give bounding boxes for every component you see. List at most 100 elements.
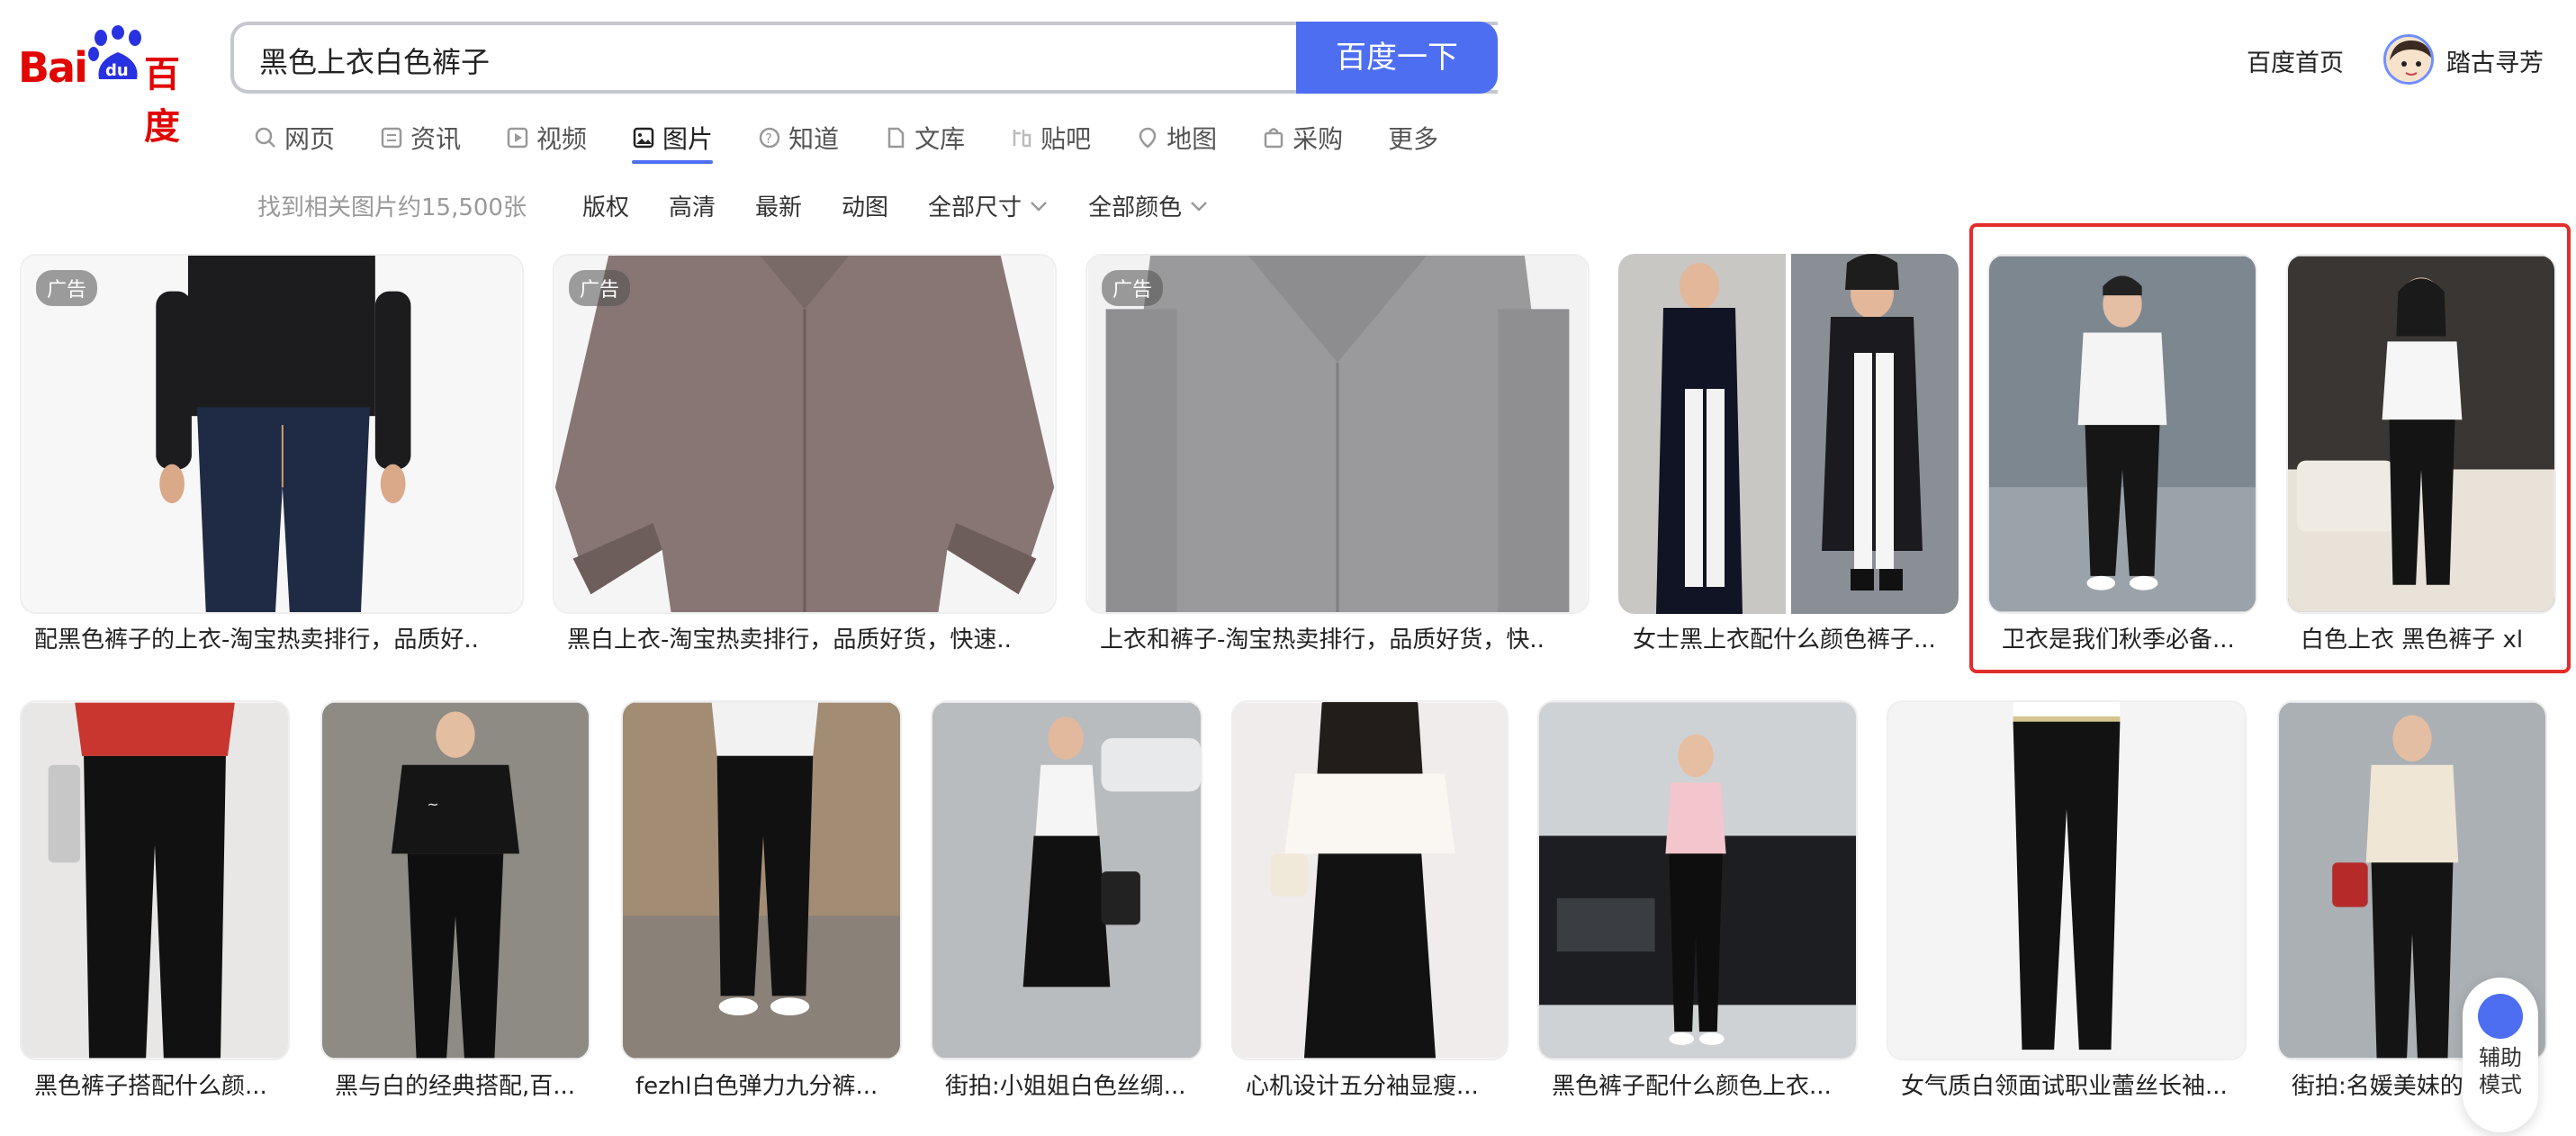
avatar[interactable] [2383,34,2434,85]
username[interactable]: 踏古寻芳 [2446,43,2544,78]
image-caption[interactable]: 黑色裤子搭配什么颜... [34,1068,295,1101]
image-caption[interactable]: 街拍:名媛美妹的 [2292,1068,2472,1101]
accessibility-mode-button[interactable]: 辅助 模式 [2463,978,2538,1132]
cropped-pants-wood-floor-image [623,702,900,1059]
tab-label: 知道 [788,124,840,154]
result-image[interactable] [621,700,902,1060]
filter-copyright[interactable]: 版权 [582,189,629,222]
image-result-card[interactable]: 女士黑上衣配什么颜色裤子... [1618,254,1959,659]
image-caption[interactable]: 心机设计五分袖显瘦... [1246,1068,1512,1101]
image-caption[interactable]: 黑与白的经典搭配,百... [335,1068,596,1101]
question-icon: ? [759,127,780,149]
result-image[interactable] [1987,254,2257,614]
tab-label: 文库 [914,124,966,154]
tab-purchase[interactable]: 采购 [1262,115,1343,160]
image-result-card[interactable]: 心机设计五分袖显瘦... [1231,700,1509,1123]
image-caption[interactable]: 白色上衣 黑色裤子 xl [2301,621,2553,654]
white-tee-black-pants-image [1989,256,2256,612]
tab-label: 更多 [1388,124,1439,154]
image-result-card[interactable]: 女气质白领面试职业蕾丝长袖... [1887,700,2247,1123]
shirt-print: ~ [427,796,438,813]
filter-latest[interactable]: 最新 [755,189,802,222]
assist-label-line1: 辅助 [2479,1045,2522,1070]
image-result-card[interactable]: ~ 黑与白的经典搭配,百... [320,700,590,1123]
ad-badge: 广告 [36,270,98,306]
search-query-text: 黑色上衣白色裤子 [259,45,491,79]
result-image[interactable] [1537,700,1858,1060]
baidu-logo[interactable]: Bai du 百度 [18,25,207,148]
search-category-tabs: 网页 资讯 视频 图片 ? 知道 文库 贴吧 地图 采购 更多 [254,115,1483,164]
tab-label: 视频 [536,124,588,154]
image-result-card[interactable]: 广告 配黑色裤子的上衣-淘宝热卖排行，品质好.. [20,254,524,659]
black-pants-red-top-image [22,702,288,1059]
chevron-down-icon [1191,201,1207,212]
accessibility-icon [2478,994,2523,1039]
avatar-face-icon [2386,37,2431,82]
model-dark-jeans-image [22,256,522,612]
filter-hd[interactable]: 高清 [669,189,716,222]
image-caption[interactable]: 黑白上衣-淘宝热卖排行，品质好货，快速.. [567,621,1053,654]
filter-color-dropdown[interactable]: 全部颜色 [1088,189,1209,222]
result-image[interactable] [2286,254,2556,614]
result-image[interactable] [1231,700,1509,1060]
tab-label: 网页 [284,124,336,154]
tab-video[interactable]: 视频 [506,115,587,160]
tab-images[interactable]: 图片 [632,115,714,164]
result-image[interactable] [1618,254,1959,614]
image-result-card[interactable]: 黑色裤子配什么颜色上衣... [1537,700,1858,1123]
result-image[interactable]: ~ [320,700,590,1060]
image-result-card[interactable]: 广告 上衣和裤子-淘宝热卖排行，品质好货，快.. [1085,254,1590,659]
result-image[interactable]: 广告 [553,254,1057,614]
tab-zhidao[interactable]: ? 知道 [758,115,839,160]
logo-text-du: du [105,61,129,80]
image-result-card[interactable]: 街拍:小姐姐白色丝绸... [931,700,1202,1123]
search-button[interactable]: 百度一下 [1296,22,1498,94]
result-image[interactable]: 广告 [1085,254,1590,614]
baidu-home-link[interactable]: 百度首页 [2247,43,2344,78]
tab-label: 资讯 [410,124,462,154]
paw-icon: du [88,25,141,80]
document-icon [887,127,905,149]
video-icon [507,127,528,149]
image-caption[interactable]: 黑色裤子配什么颜色上衣... [1552,1068,1858,1101]
image-result-card[interactable]: 卫衣是我们秋季必备... [1987,254,2257,659]
tab-label: 采购 [1293,124,1344,154]
image-caption[interactable]: 上衣和裤子-淘宝热卖排行，品质好货，快.. [1100,621,1586,654]
filter-animated[interactable]: 动图 [842,189,888,222]
image-caption[interactable]: 卫衣是我们秋季必备... [2002,621,2254,654]
tab-news[interactable]: 资讯 [380,115,461,160]
tab-map[interactable]: 地图 [1136,115,1217,160]
formal-black-trousers-image [1888,702,2245,1059]
map-icon [1139,127,1157,149]
result-image[interactable]: 广告 [20,254,524,614]
logo-text-cn: 百度 [144,54,180,148]
image-result-card[interactable]: fezhl白色弹力九分裤... [621,700,902,1123]
black-tee-black-pants-image: ~ [322,702,589,1059]
puff-sleeve-blouse-image [1233,702,1507,1059]
image-caption[interactable]: fezhl白色弹力九分裤... [635,1068,905,1101]
street-white-top-wide-pants-image [932,702,1201,1059]
result-image[interactable] [931,700,1202,1060]
tab-tieba[interactable]: 贴吧 [1010,115,1091,160]
shopping-bag-icon [1264,128,1283,149]
filter-bar: 找到相关图片约15,500张 版权 高清 最新 动图 全部尺寸 全部颜色 [257,189,1248,222]
tab-more[interactable]: 更多 [1388,115,1438,160]
image-caption[interactable]: 女气质白领面试职业蕾丝长袖... [1901,1068,2247,1101]
tab-web[interactable]: 网页 [254,115,335,160]
image-caption[interactable]: 街拍:小姐姐白色丝绸... [945,1068,1206,1101]
grey-jacket-image [1087,256,1588,612]
ad-badge: 广告 [1102,270,1164,306]
assist-label-line2: 模式 [2479,1072,2522,1097]
image-icon [633,127,654,149]
image-result-card[interactable]: 广告 黑白上衣-淘宝热卖排行，品质好货，快速.. [553,254,1057,659]
image-caption[interactable]: 女士黑上衣配什么颜色裤子... [1633,621,1957,654]
filter-size-dropdown[interactable]: 全部尺寸 [928,189,1049,222]
result-image[interactable] [1887,700,2247,1060]
image-result-card[interactable]: 黑色裤子搭配什么颜... [20,700,290,1123]
image-caption[interactable]: 配黑色裤子的上衣-淘宝热卖排行，品质好.. [34,621,520,654]
image-result-card[interactable]: 白色上衣 黑色裤子 xl [2286,254,2556,659]
white-top-black-pants-sofa-image [2288,256,2554,612]
tab-wenku[interactable]: 文库 [884,115,965,160]
result-image[interactable] [20,700,290,1060]
filter-size-label: 全部尺寸 [928,194,1022,221]
